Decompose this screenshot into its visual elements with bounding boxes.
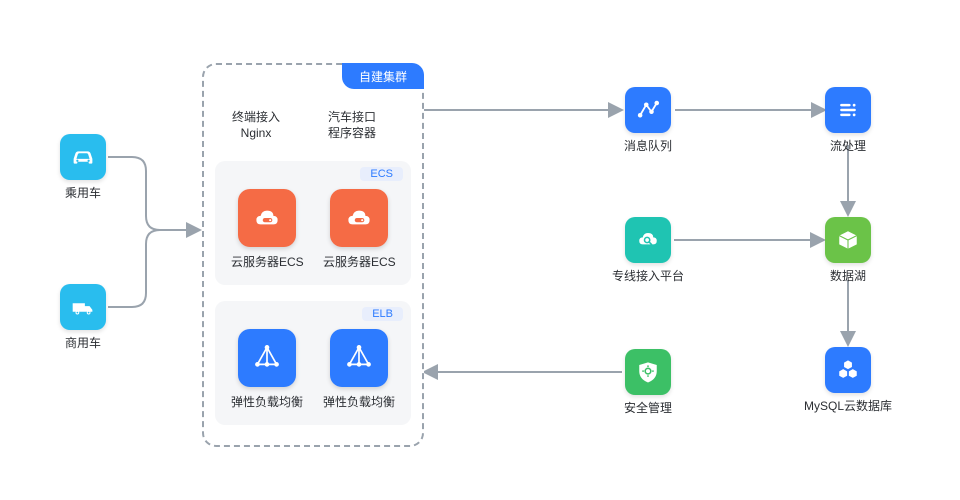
ecs-item-1: 云服务器ECS	[231, 189, 304, 270]
storage-node-icon	[825, 217, 871, 263]
search-node-label: 专线接入平台	[600, 267, 696, 284]
cluster-tab: 自建集群	[342, 63, 424, 89]
ecs-item-2: 云服务器ECS	[323, 189, 396, 270]
network-icon	[634, 96, 662, 124]
ecs-icon-2	[330, 189, 388, 247]
load-balance-icon	[342, 341, 376, 375]
stream-node-icon	[825, 87, 871, 133]
ecs-box: ECS 云服务器ECS 云服务器ECS	[215, 161, 411, 285]
cluster-top-left-line2: Nginx	[241, 126, 272, 140]
ecs-tag: ECS	[360, 167, 403, 181]
kafka-node-icon	[625, 87, 671, 133]
connectors	[0, 0, 960, 500]
elb-tag: ELB	[362, 307, 403, 321]
truck-icon	[68, 292, 98, 322]
mysql-node-icon	[825, 347, 871, 393]
kafka-node-label: 消息队列	[610, 137, 686, 154]
cluster-top-right-line1: 汽车接口	[328, 110, 376, 124]
stream-icon	[834, 96, 862, 124]
cluster-top-right-line2: 程序容器	[328, 126, 376, 140]
search-node-icon	[625, 217, 671, 263]
cluster-top-left-text: 终端接入 Nginx	[232, 109, 280, 141]
truck-node-icon	[60, 284, 106, 330]
shield-gear-icon	[634, 358, 662, 386]
ecs-item-2-label: 云服务器ECS	[323, 253, 396, 270]
elb-icon-1	[238, 329, 296, 387]
cloud-server-icon	[342, 201, 376, 235]
elb-item-2-label: 弹性负载均衡	[323, 393, 395, 410]
cluster-box: 自建集群 终端接入 Nginx 汽车接口 程序容器 ECS 云服务器ECS	[202, 63, 424, 447]
cube-icon	[834, 226, 862, 254]
elb-item-1: 弹性负载均衡	[231, 329, 303, 410]
ecs-icon-1	[238, 189, 296, 247]
elb-item-2: 弹性负载均衡	[323, 329, 395, 410]
car-node-label: 乘用车	[60, 184, 106, 201]
cluster-top-right-text: 汽车接口 程序容器	[328, 109, 376, 141]
elb-item-1-label: 弹性负载均衡	[231, 393, 303, 410]
ecs-item-1-label: 云服务器ECS	[231, 253, 304, 270]
hexagons-icon	[834, 356, 862, 384]
cloud-search-icon	[634, 226, 662, 254]
storage-node-label: 数据湖	[810, 267, 886, 284]
car-node-icon	[60, 134, 106, 180]
truck-node-label: 商用车	[60, 334, 106, 351]
stream-node-label: 流处理	[810, 137, 886, 154]
elb-icon-2	[330, 329, 388, 387]
elb-box: ELB 弹性负载均衡	[215, 301, 411, 425]
mysql-node-label: MySQL云数据库	[795, 397, 901, 414]
cluster-top-left-line1: 终端接入	[232, 110, 280, 124]
car-icon	[68, 142, 98, 172]
load-balance-icon	[250, 341, 284, 375]
cloud-server-icon	[250, 201, 284, 235]
security-node-label: 安全管理	[610, 399, 686, 416]
security-node-icon	[625, 349, 671, 395]
